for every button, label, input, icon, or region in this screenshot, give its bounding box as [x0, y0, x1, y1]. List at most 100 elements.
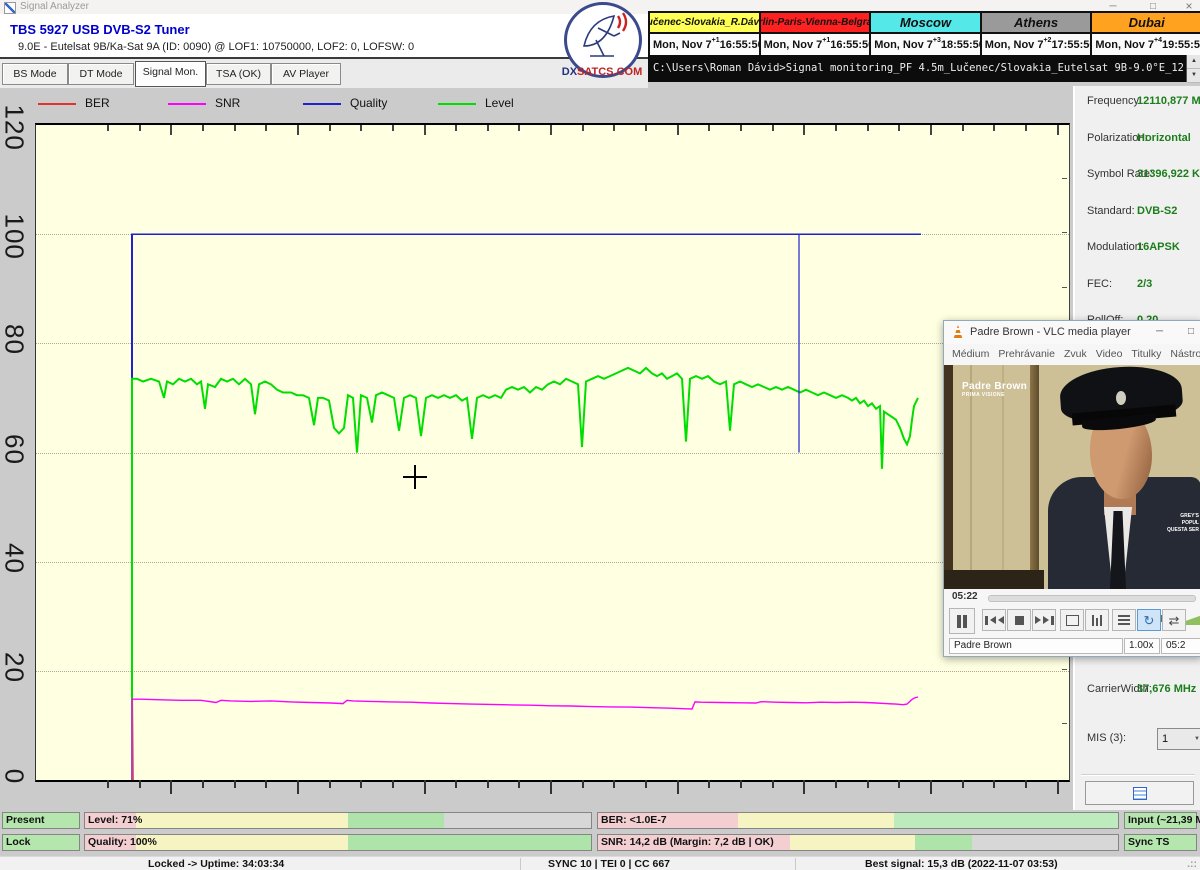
meter-level: Level: 71% [84, 812, 592, 829]
vlc-video-frame[interactable]: Padre Brown PRIMA VISIONE GREY'SPOPULQUE… [944, 365, 1200, 589]
vlc-menu-n-stroje[interactable]: Nástroje [1170, 348, 1200, 360]
fullscreen-button[interactable] [1060, 609, 1084, 631]
x-axis-tick [550, 780, 552, 794]
clock-city-label: Moscow [871, 13, 980, 34]
meter-zone [136, 813, 349, 828]
x-axis-tick [993, 780, 995, 788]
x-axis-tick [139, 780, 141, 788]
loop-button[interactable]: ↻ [1137, 609, 1161, 631]
next-icon [1043, 616, 1049, 624]
x-axis-tick-top [677, 125, 679, 135]
command-prompt[interactable]: C:\Users\Roman Dávid>Signal monitoring_P… [648, 55, 1200, 82]
transport-stream-button[interactable] [1085, 781, 1194, 805]
meter-zone [894, 813, 1118, 828]
vlc-title-bar[interactable]: Padre Brown - VLC media player ─ □ [944, 321, 1200, 344]
vlc-window: Padre Brown - VLC media player ─ □ Médiu… [943, 320, 1200, 657]
y-axis-label-0: 0 [0, 760, 30, 794]
vlc-seek-bar[interactable] [988, 595, 1196, 602]
legend-line-level [438, 103, 476, 105]
best-signal-status: Best signal: 15,3 dB (2022-11-07 03:53) [865, 858, 1058, 870]
scroll-down-icon[interactable]: ▼ [1187, 69, 1200, 83]
next-button[interactable] [1032, 609, 1056, 631]
meter-ber: BER: <1.0E-7 [597, 812, 1119, 829]
equalizer-button[interactable] [1085, 609, 1109, 631]
vlc-menu-m-dium[interactable]: Médium [952, 348, 989, 360]
x-axis-tick-top [1057, 125, 1059, 135]
clock-date: Mon, Nov 7 [874, 39, 933, 51]
y-axis-tick-right [1062, 669, 1067, 670]
tab-signal-mon-[interactable]: Signal Mon. [135, 61, 206, 87]
stop-button[interactable] [1007, 609, 1031, 631]
mis-dropdown[interactable]: 1 ▼ [1157, 728, 1200, 750]
param-value: 31396,922 KS/s [1137, 168, 1200, 180]
x-axis-tick-top [360, 125, 362, 131]
indicator-present: Present [2, 812, 80, 829]
vlc-maximize-button[interactable]: □ [1188, 326, 1194, 337]
y-axis-label-120: 120 [0, 105, 30, 139]
playlist-button[interactable] [1112, 609, 1136, 631]
dxsatcs-logo: DXSATCS.COM [556, 2, 648, 84]
resize-grip[interactable]: .:: [1187, 858, 1197, 870]
x-axis-tick-top [613, 125, 615, 131]
clock-date: Mon, Nov 7 [764, 39, 823, 51]
credit-line: POPUL [1167, 520, 1199, 527]
app-title: Signal Analyzer [20, 1, 89, 12]
previous-icon [998, 616, 1004, 624]
clock-time-row: Mon, Nov 7+419:55:50 [1092, 34, 1200, 55]
pause-button[interactable] [949, 608, 975, 634]
command-prompt-scrollbar[interactable]: ▲ ▼ [1186, 55, 1200, 82]
param-value: DVB-S2 [1137, 205, 1177, 217]
clock-berlin-paris-vienna-belgrade: Berlin-Paris-Vienna-BelgradeMon, Nov 7+1… [761, 13, 872, 57]
equalizer-icon [1092, 615, 1102, 626]
tab-dt-mode[interactable]: DT Mode [68, 63, 134, 85]
next-icon [1035, 616, 1041, 624]
x-axis-tick [265, 780, 267, 788]
param-value: 16APSK [1137, 241, 1180, 253]
legend-line-ber [38, 103, 76, 105]
x-axis-tick-top [708, 125, 710, 131]
shuffle-button[interactable]: ⇄ [1162, 609, 1186, 631]
indicator-input-21-39-mbps-: Input (~21,39 Mbps) [1124, 812, 1197, 829]
x-axis-tick-top [202, 125, 204, 131]
sync-status: SYNC 10 | TEI 0 | CC 667 [548, 858, 670, 870]
vlc-menu-prehr-vanie[interactable]: Prehrávanie [998, 348, 1055, 360]
vlc-menu-titulky[interactable]: Titulky [1131, 348, 1161, 360]
meter-zone [738, 813, 894, 828]
clock-city-label: Dubai [1092, 13, 1200, 34]
vlc-speed-field[interactable]: 1.00x [1124, 638, 1160, 654]
x-axis-tick [1057, 780, 1059, 794]
tuner-header: TBS 5927 USB DVB-S2 Tuner 9.0E - Eutelsa… [0, 14, 648, 57]
x-axis-tick-top [867, 125, 869, 131]
tab-av-player[interactable]: AV Player [271, 63, 341, 85]
x-axis-tick [360, 780, 362, 788]
y-axis-tick-right [1062, 723, 1067, 724]
stop-icon [1015, 616, 1024, 625]
clock-time: 18:55:50 [941, 39, 985, 51]
clock-time-row: Mon, Nov 7+116:55:50 [761, 34, 870, 55]
credit-line: QUESTA SER [1167, 527, 1199, 534]
x-axis-tick-top [962, 125, 964, 131]
vlc-minimize-button[interactable]: ─ [1156, 326, 1163, 337]
vlc-title-text: Padre Brown - VLC media player [970, 326, 1131, 338]
tab-bs-mode[interactable]: BS Mode [2, 63, 68, 85]
vlc-menu-zvuk[interactable]: Zvuk [1064, 348, 1087, 360]
x-axis-tick-top [170, 125, 172, 135]
clock-time: 16:55:50 [720, 39, 764, 51]
x-axis-tick-top [993, 125, 995, 131]
param-value: Horizontal [1137, 132, 1191, 144]
scroll-up-icon[interactable]: ▲ [1187, 55, 1200, 69]
series-snr [132, 697, 918, 780]
x-axis-tick-top [455, 125, 457, 131]
prev-button[interactable] [982, 609, 1006, 631]
world-clocks: Lučenec-Slovakia_R.DávidMon, Nov 7+116:5… [648, 11, 1200, 59]
clock-dubai: DubaiMon, Nov 7+419:55:50 [1092, 13, 1200, 57]
x-axis-tick-top [487, 125, 489, 131]
vlc-elapsed-time: 05:22 [952, 591, 978, 602]
vlc-menu-video[interactable]: Video [1096, 348, 1123, 360]
mis-label: MIS (3): [1087, 732, 1126, 744]
loop-icon: ↻ [1144, 614, 1155, 627]
y-axis-tick-right [1062, 287, 1067, 288]
meter-label: SNR: 14,2 dB (Margin: 7,2 dB | OK) [601, 836, 774, 848]
tab-tsa-ok-[interactable]: TSA (OK) [206, 63, 271, 85]
vlc-media-name-field: Padre Brown [949, 638, 1123, 654]
